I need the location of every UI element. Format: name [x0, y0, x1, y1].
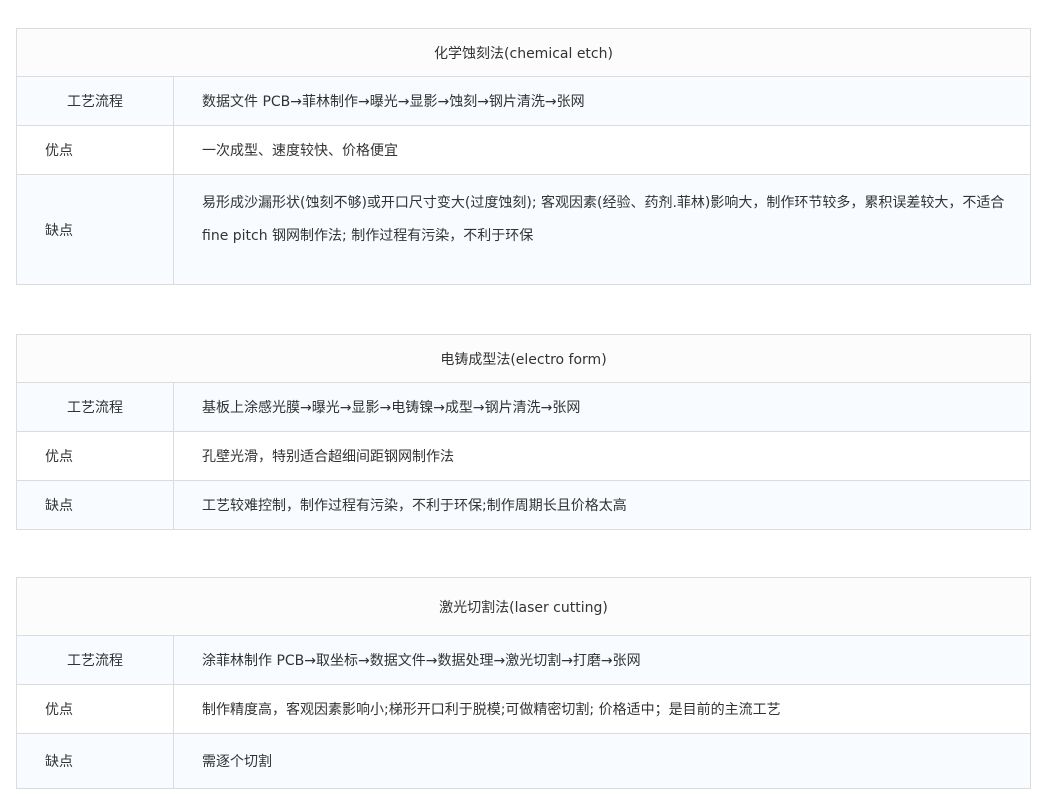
row-value: 工艺较难控制，制作过程有污染，不利于环保;制作周期长且价格太高	[173, 480, 1031, 530]
table-row-disadvantages: 缺点 需逐个切割	[16, 733, 1031, 789]
row-value: 制作精度高，客观因素影响小;梯形开口利于脱模;可做精密切割; 价格适中；是目前的…	[173, 684, 1031, 734]
table-title: 电铸成型法(electro form)	[16, 334, 1031, 383]
row-label: 工艺流程	[16, 635, 174, 685]
row-label: 工艺流程	[16, 382, 174, 432]
row-label: 优点	[16, 125, 174, 175]
table-title: 化学蚀刻法(chemical etch)	[16, 28, 1031, 77]
table-row-disadvantages: 缺点 工艺较难控制，制作过程有污染，不利于环保;制作周期长且价格太高	[16, 480, 1031, 530]
table-row-process-flow: 工艺流程 数据文件 PCB→菲林制作→曝光→显影→蚀刻→钢片清洗→张网	[16, 76, 1031, 126]
table-row-advantages: 优点 制作精度高，客观因素影响小;梯形开口利于脱模;可做精密切割; 价格适中；是…	[16, 684, 1031, 734]
process-table-electro-form: 电铸成型法(electro form) 工艺流程 基板上涂感光膜→曝光→显影→电…	[16, 334, 1031, 530]
row-label: 缺点	[16, 480, 174, 530]
row-value: 易形成沙漏形状(蚀刻不够)或开口尺寸变大(过度蚀刻); 客观因素(经验、药剂.菲…	[173, 174, 1031, 285]
table-row-advantages: 优点 一次成型、速度较快、价格便宜	[16, 125, 1031, 175]
row-label: 缺点	[16, 174, 174, 285]
row-value: 一次成型、速度较快、价格便宜	[173, 125, 1031, 175]
table-row-process-flow: 工艺流程 涂菲林制作 PCB→取坐标→数据文件→数据处理→激光切割→打磨→张网	[16, 635, 1031, 685]
row-label: 优点	[16, 684, 174, 734]
row-value: 数据文件 PCB→菲林制作→曝光→显影→蚀刻→钢片清洗→张网	[173, 76, 1031, 126]
row-label: 优点	[16, 431, 174, 481]
table-row-disadvantages: 缺点 易形成沙漏形状(蚀刻不够)或开口尺寸变大(过度蚀刻); 客观因素(经验、药…	[16, 174, 1031, 285]
row-value: 基板上涂感光膜→曝光→显影→电铸镍→成型→钢片清洗→张网	[173, 382, 1031, 432]
row-label: 缺点	[16, 733, 174, 789]
row-label: 工艺流程	[16, 76, 174, 126]
process-table-chemical-etch: 化学蚀刻法(chemical etch) 工艺流程 数据文件 PCB→菲林制作→…	[16, 28, 1031, 285]
table-row-advantages: 优点 孔壁光滑，特别适合超细间距钢网制作法	[16, 431, 1031, 481]
row-value: 孔壁光滑，特别适合超细间距钢网制作法	[173, 431, 1031, 481]
process-table-laser-cutting: 激光切割法(laser cutting) 工艺流程 涂菲林制作 PCB→取坐标→…	[16, 577, 1031, 789]
table-title: 激光切割法(laser cutting)	[16, 577, 1031, 636]
table-row-process-flow: 工艺流程 基板上涂感光膜→曝光→显影→电铸镍→成型→钢片清洗→张网	[16, 382, 1031, 432]
row-value: 涂菲林制作 PCB→取坐标→数据文件→数据处理→激光切割→打磨→张网	[173, 635, 1031, 685]
row-value: 需逐个切割	[173, 733, 1031, 789]
